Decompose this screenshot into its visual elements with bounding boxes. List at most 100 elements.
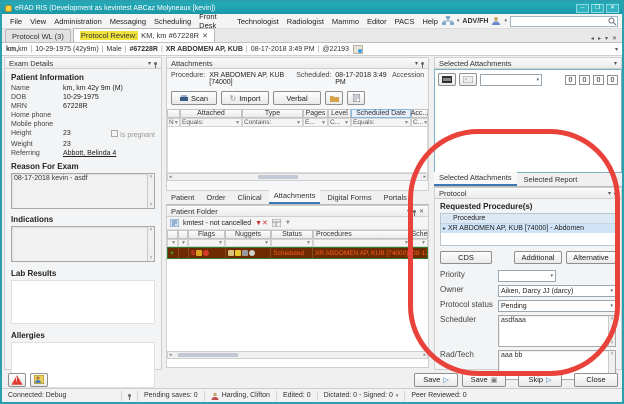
reason-scrollbar[interactable]: ˄˅: [147, 174, 154, 208]
pf-filter-0[interactable]: ▼: [167, 239, 178, 247]
folder-filter-label[interactable]: kmtest - not cancelled: [183, 220, 251, 227]
document-tool-button[interactable]: [347, 91, 365, 105]
status-pin[interactable]: [122, 391, 138, 401]
is-pregnant-checkbox[interactable]: [111, 130, 118, 137]
filter-attached[interactable]: Equals:▼: [180, 118, 242, 127]
tab-selected-report[interactable]: Selected Report: [519, 174, 583, 186]
close-button[interactable]: ✕: [606, 4, 619, 13]
pf-filter-scheduled[interactable]: ▼: [411, 239, 428, 247]
verbal-button[interactable]: Verbal: [273, 91, 321, 105]
maximize-button[interactable]: ❒: [591, 4, 604, 13]
patient-folder-close-icon[interactable]: ✕: [419, 208, 424, 215]
exam-row-selected[interactable]: + S Scheduled XR ABDOMEN AP, KUB [74000]…: [167, 247, 428, 259]
attachments-collapse-icon[interactable]: ▾: [415, 60, 418, 67]
pf-col-scheduled[interactable]: Sche: [411, 230, 428, 239]
filter-scheduled-date[interactable]: Equals:▼: [351, 118, 411, 127]
menu-pacs[interactable]: PACS: [391, 17, 419, 26]
menu-editor[interactable]: Editor: [363, 17, 391, 26]
dictated-signed[interactable]: Dictated: 0 - Signed: 0▾: [318, 391, 406, 401]
tab-clinical[interactable]: Clinical: [233, 192, 267, 204]
patient-folder-pin-icon[interactable]: [413, 210, 416, 213]
menu-administration[interactable]: Administration: [50, 17, 106, 26]
tab-close-icon[interactable]: ✕: [202, 32, 208, 40]
filter-type[interactable]: Contains:▼: [242, 118, 303, 127]
close-protocol-button[interactable]: Close: [574, 373, 618, 387]
patient-photo-icon[interactable]: [353, 45, 363, 54]
scheduler-scrollbar[interactable]: ˄˅: [608, 316, 615, 346]
referring-physician-link[interactable]: Abbott, Belinda 4: [63, 150, 155, 157]
pf-filter-procedures[interactable]: ▼: [313, 239, 411, 247]
reason-for-exam-textarea[interactable]: 08-17-2018 kevin - asdf ˄˅: [11, 173, 155, 209]
scan-button[interactable]: Scan: [171, 91, 217, 105]
tab-patient[interactable]: Patient: [166, 192, 199, 204]
current-user[interactable]: Harding, Clifton: [205, 391, 277, 401]
tabs-list-icon[interactable]: ▾: [605, 35, 608, 42]
col-scheduled-date[interactable]: Scheduled Date: [351, 109, 411, 118]
tab-portals[interactable]: Portals: [379, 192, 412, 204]
clear-filter-icon[interactable]: ▼✕: [255, 219, 268, 227]
indications-scrollbar[interactable]: ˄˅: [147, 227, 154, 261]
menu-messaging[interactable]: Messaging: [106, 17, 150, 26]
pf-col-blank[interactable]: [178, 230, 188, 239]
pf-col-flags[interactable]: Flags: [188, 230, 225, 239]
priority-dropdown[interactable]: ▾: [498, 270, 556, 282]
save-next-button[interactable]: Save▷: [414, 373, 458, 387]
tabs-scroll-right-icon[interactable]: ▸: [598, 35, 601, 42]
search-icon[interactable]: [608, 17, 617, 26]
menu-file[interactable]: File: [6, 17, 26, 26]
alerts-button[interactable]: [8, 373, 26, 387]
pf-filter-status[interactable]: ▼: [271, 239, 313, 247]
pf-col-nuggets[interactable]: Nuggets: [225, 230, 271, 239]
alternative-button[interactable]: Alternative: [566, 251, 616, 264]
folder-tool-button[interactable]: [325, 91, 343, 105]
search-input[interactable]: [511, 17, 608, 26]
import-button[interactable]: ↻ Import: [221, 91, 269, 105]
film-view-button[interactable]: [438, 73, 456, 86]
tabs-close-icon[interactable]: ✕: [612, 35, 617, 42]
user-icon[interactable]: [491, 16, 501, 26]
pf-col-add[interactable]: [167, 230, 178, 239]
pf-filter-1[interactable]: ▼: [178, 239, 188, 247]
filter-level[interactable]: C...▼: [328, 118, 351, 127]
filter-acc[interactable]: C...▼: [411, 118, 428, 127]
attachments-pin-icon[interactable]: [421, 62, 424, 65]
pf-col-status[interactable]: Status: [271, 230, 313, 239]
col-blank[interactable]: [167, 109, 180, 118]
layout-icon[interactable]: [272, 219, 281, 227]
exam-details-collapse-icon[interactable]: ▾: [148, 60, 151, 67]
cds-button[interactable]: CDS: [440, 251, 492, 264]
owner-dropdown[interactable]: Aiken, Darcy JJ (darcy)▾: [498, 285, 616, 297]
patient-photo-button[interactable]: [30, 373, 48, 387]
tab-protocol-wl[interactable]: Protocol WL (3): [5, 29, 71, 42]
menu-radiologist[interactable]: Radiologist: [283, 17, 328, 26]
tab-attachments[interactable]: Attachments: [269, 190, 321, 204]
menu-technologist[interactable]: Technologist: [233, 17, 283, 26]
add-exam-icon[interactable]: +: [168, 248, 179, 258]
org-chart-icon[interactable]: [442, 16, 454, 26]
exam-details-pin-icon[interactable]: [154, 62, 157, 65]
protocol-collapse-icon[interactable]: ▾: [608, 190, 611, 197]
image-view-button[interactable]: [459, 73, 477, 86]
scheduler-textarea[interactable]: asdfaaa˄˅: [498, 315, 616, 347]
site-dropdown-arrow[interactable]: ▾: [457, 18, 460, 24]
menu-help[interactable]: Help: [418, 17, 441, 26]
protocol-status-dropdown[interactable]: Pending▾: [498, 300, 616, 312]
indications-textarea[interactable]: ˄˅: [11, 226, 155, 262]
menu-mammo[interactable]: Mammo: [328, 17, 363, 26]
tab-digital-forms[interactable]: Digital Forms: [322, 192, 376, 204]
additional-button[interactable]: Additional: [514, 251, 562, 264]
tab-protocol-review[interactable]: Protocol Review: KM, km #67228R ✕: [73, 28, 215, 42]
filter-pages[interactable]: E...▼: [303, 118, 328, 127]
user-dropdown-arrow[interactable]: ▾: [504, 18, 507, 24]
pf-col-procedures[interactable]: Procedures: [313, 230, 411, 239]
skip-button[interactable]: Skip▷: [518, 373, 562, 387]
tab-order[interactable]: Order: [201, 192, 230, 204]
protocol-pin-icon[interactable]: [614, 192, 617, 195]
menu-view[interactable]: View: [26, 17, 50, 26]
worklist-icon[interactable]: [170, 219, 179, 227]
col-pages[interactable]: Pages: [303, 109, 328, 118]
minimize-button[interactable]: –: [576, 4, 589, 13]
filter-n[interactable]: N▼: [167, 118, 180, 127]
patient-folder-collapse-icon[interactable]: ▾: [407, 208, 410, 215]
more-filter-icon[interactable]: ▼: [285, 220, 291, 226]
